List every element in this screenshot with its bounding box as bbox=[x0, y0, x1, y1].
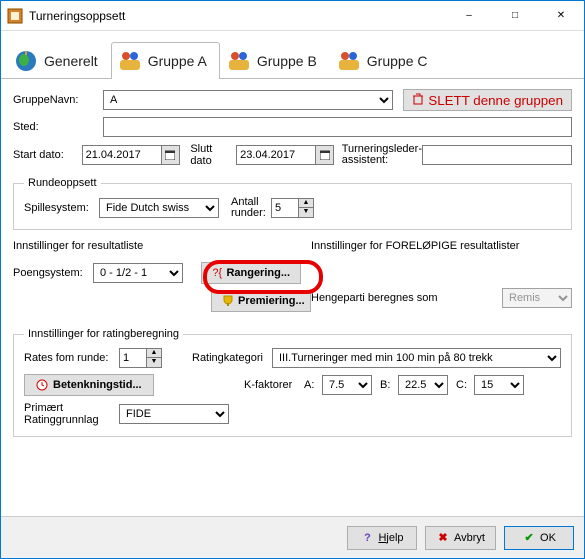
result-settings-right: Innstillinger for FORELØPIGE resultatlis… bbox=[311, 240, 572, 318]
people-icon bbox=[118, 49, 142, 73]
globe-icon bbox=[14, 49, 38, 73]
tab-bar: Generelt Gruppe A Gruppe B Gruppe C bbox=[1, 31, 584, 79]
cancel-button[interactable]: ✖ Avbryt bbox=[425, 526, 496, 550]
rating-legend: Innstillinger for ratingberegning bbox=[24, 328, 183, 340]
check-icon: ✔ bbox=[522, 531, 536, 545]
ranking-button[interactable]: ?{ Rangering... bbox=[201, 262, 301, 284]
from-round-input[interactable] bbox=[119, 348, 147, 368]
window-controls: – □ ✕ bbox=[446, 1, 584, 30]
scoring-select[interactable]: 0 - 1/2 - 1 bbox=[93, 263, 183, 283]
maximize-button[interactable]: □ bbox=[492, 1, 538, 30]
end-date-picker-icon[interactable] bbox=[316, 145, 334, 165]
start-date-picker-icon[interactable] bbox=[162, 145, 180, 165]
time-control-button[interactable]: Betenkningstid... bbox=[24, 374, 154, 396]
adjourned-select: Remis bbox=[502, 288, 572, 308]
tab-label: Gruppe C bbox=[367, 53, 428, 69]
end-date-label: Slutt dato bbox=[190, 143, 236, 167]
people-icon bbox=[337, 49, 361, 73]
result-left-title: Innstillinger for resultatliste bbox=[13, 240, 311, 252]
dialog-body: GruppeNavn: A SLETT denne gruppen Sted: … bbox=[1, 79, 584, 516]
dialog-window: Turneringsoppsett – □ ✕ Generelt Gruppe … bbox=[0, 0, 585, 559]
from-round-label: Rates fom runde: bbox=[24, 352, 119, 364]
delete-group-button[interactable]: SLETT denne gruppen bbox=[403, 89, 572, 111]
tab-label: Generelt bbox=[44, 53, 98, 69]
tab-label: Gruppe B bbox=[257, 53, 317, 69]
start-date-input[interactable] bbox=[82, 145, 162, 165]
rounds-legend: Rundeoppsett bbox=[24, 177, 101, 189]
adjourned-label: Hengeparti beregnes som bbox=[311, 292, 502, 304]
app-icon bbox=[7, 8, 23, 24]
td-assistant-input[interactable] bbox=[422, 145, 572, 165]
place-input[interactable] bbox=[103, 117, 572, 137]
td-assistant-label: Turneringsleder-assistent: bbox=[342, 144, 422, 166]
round-count-spinner[interactable]: ▲▼ bbox=[299, 198, 314, 218]
trophy-icon bbox=[222, 294, 234, 308]
rating-group: Innstillinger for ratingberegning Rates … bbox=[13, 328, 572, 437]
rounds-group: Rundeoppsett Spillesystem: Fide Dutch sw… bbox=[13, 177, 572, 230]
from-round-spinner[interactable]: ▲▼ bbox=[147, 348, 162, 368]
cancel-icon: ✖ bbox=[436, 531, 450, 545]
round-count-label: Antall runder: bbox=[231, 197, 271, 219]
tab-group-c[interactable]: Gruppe C bbox=[330, 42, 441, 79]
result-right-title: Innstillinger for FORELØPIGE resultatlis… bbox=[311, 240, 572, 252]
rating-category-label: Ratingkategori bbox=[192, 352, 272, 364]
tab-label: Gruppe A bbox=[148, 53, 207, 69]
tab-group-b[interactable]: Gruppe B bbox=[220, 42, 330, 79]
result-settings-left: Innstillinger for resultatliste Poengsys… bbox=[13, 240, 311, 318]
system-label: Spillesystem: bbox=[24, 202, 99, 214]
round-count-input[interactable] bbox=[271, 198, 299, 218]
group-name-label: GruppeNavn: bbox=[13, 94, 103, 106]
kfactor-label: K-faktorer bbox=[244, 379, 304, 391]
rating-category-select[interactable]: III.Turneringer med min 100 min på 80 tr… bbox=[272, 348, 561, 368]
system-select[interactable]: Fide Dutch swiss bbox=[99, 198, 219, 218]
tab-general[interactable]: Generelt bbox=[7, 42, 111, 79]
tab-group-a[interactable]: Gruppe A bbox=[111, 42, 220, 79]
k-a-label: A: bbox=[304, 379, 322, 391]
end-date-input[interactable] bbox=[236, 145, 316, 165]
k-b-select[interactable]: 22.5 bbox=[398, 375, 448, 395]
place-label: Sted: bbox=[13, 121, 103, 133]
people-icon bbox=[227, 49, 251, 73]
window-title: Turneringsoppsett bbox=[29, 9, 446, 23]
group-name-select[interactable]: A bbox=[103, 90, 393, 110]
start-date-label: Start dato: bbox=[13, 149, 82, 161]
k-b-label: B: bbox=[380, 379, 398, 391]
rating-basis-label: Primært Ratinggrunnlag bbox=[24, 402, 119, 426]
k-c-label: C: bbox=[456, 379, 474, 391]
titlebar: Turneringsoppsett – □ ✕ bbox=[1, 1, 584, 31]
minimize-button[interactable]: – bbox=[446, 1, 492, 30]
help-button[interactable]: ? HHjelpjelp bbox=[347, 526, 417, 550]
k-c-select[interactable]: 15 bbox=[474, 375, 524, 395]
dialog-footer: ? HHjelpjelp ✖ Avbryt ✔ OK bbox=[1, 516, 584, 558]
delete-group-label: SLETT denne gruppen bbox=[428, 93, 563, 108]
trash-icon bbox=[412, 93, 424, 108]
close-button[interactable]: ✕ bbox=[538, 1, 584, 30]
ok-button[interactable]: ✔ OK bbox=[504, 526, 574, 550]
ranking-icon: ?{ bbox=[212, 266, 222, 280]
awards-button[interactable]: Premiering... bbox=[211, 290, 311, 312]
k-a-select[interactable]: 7.5 bbox=[322, 375, 372, 395]
rating-basis-select[interactable]: FIDE bbox=[119, 404, 229, 424]
clock-icon bbox=[35, 378, 49, 392]
help-icon: ? bbox=[360, 531, 374, 545]
scoring-label: Poengsystem: bbox=[13, 267, 93, 279]
